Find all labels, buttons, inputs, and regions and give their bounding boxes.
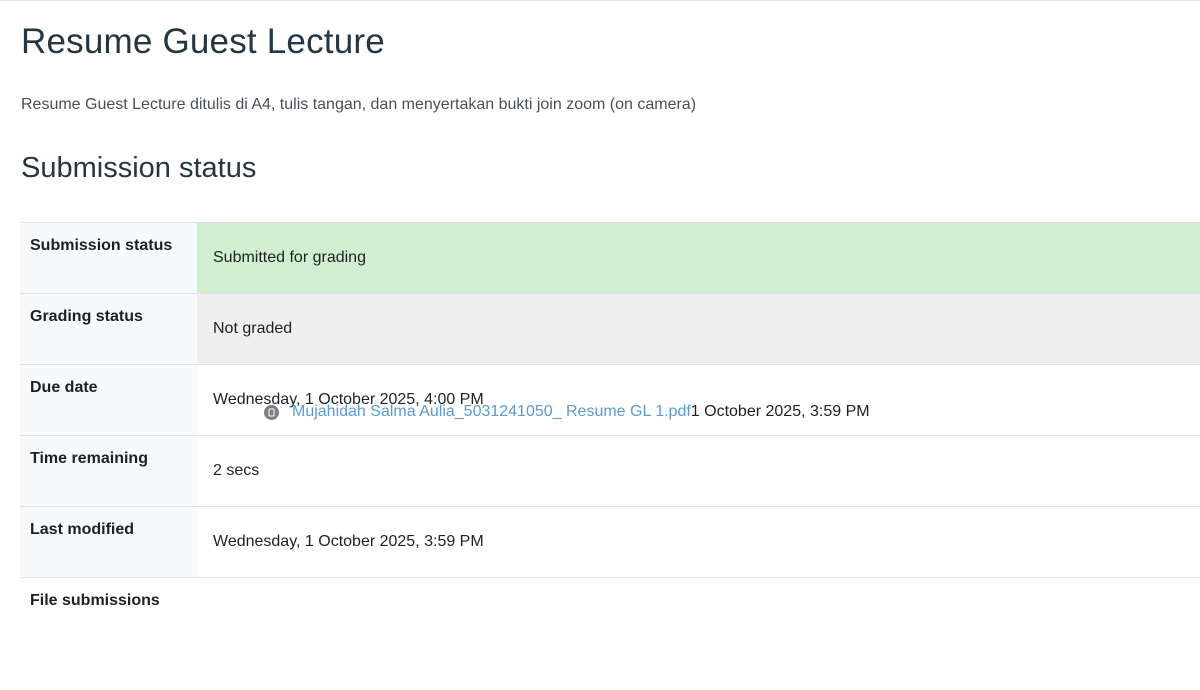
submitted-file-link[interactable]: Mujahidah Salma Aulia_5031241050_ Resume… xyxy=(292,403,691,421)
file-submissions-value xyxy=(197,578,1200,675)
table-row-last-modified: Last modified Wednesday, 1 October 2025,… xyxy=(20,506,1200,578)
pdf-file-icon xyxy=(263,404,280,421)
time-remaining-label: Time remaining xyxy=(20,435,197,507)
time-remaining-value: 2 secs xyxy=(213,462,260,479)
assignment-description: Resume Guest Lecture ditulis di A4, tuli… xyxy=(21,96,697,113)
submission-status-heading: Submission status xyxy=(21,152,257,184)
submission-status-value: Submitted for grading xyxy=(197,222,1200,294)
last-modified-label: Last modified xyxy=(20,506,197,578)
table-row-grading-status: Grading status Not graded xyxy=(20,293,1200,365)
file-submissions-label: File submissions xyxy=(20,577,197,674)
submission-status-table: Submission status Submitted for grading … xyxy=(20,222,1200,674)
top-divider xyxy=(0,0,1200,1)
grading-status-label: Grading status xyxy=(20,293,197,365)
submitted-file: Mujahidah Salma Aulia_5031241050_ Resume… xyxy=(263,403,870,421)
due-date-value: Wednesday, 1 October 2025, 4:00 PM xyxy=(213,391,484,408)
table-row-file-submissions: File submissions xyxy=(20,577,1200,675)
table-row-submission-status: Submission status Submitted for grading xyxy=(20,222,1200,294)
grading-status-value: Not graded xyxy=(197,293,1200,365)
submitted-file-date: 1 October 2025, 3:59 PM xyxy=(690,403,870,420)
due-date-label: Due date xyxy=(20,364,197,436)
submission-status-label: Submission status xyxy=(20,222,197,294)
table-row-time-remaining: Time remaining 2 secs xyxy=(20,435,1200,507)
page-title: Resume Guest Lecture xyxy=(21,22,385,61)
last-modified-value: Wednesday, 1 October 2025, 3:59 PM xyxy=(213,533,484,550)
table-row-due-date: Due date Wednesday, 1 October 2025, 4:00… xyxy=(20,364,1200,436)
